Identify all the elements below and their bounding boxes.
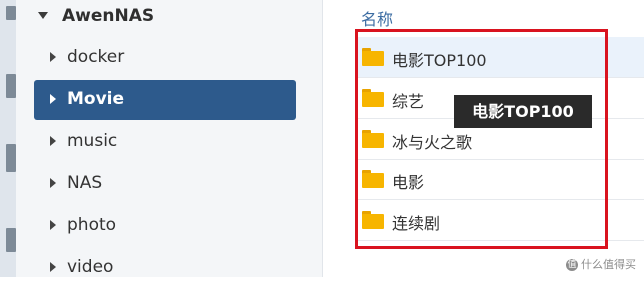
chevron-right-icon[interactable] [50, 136, 56, 146]
tree-root-awennas[interactable]: AwenNAS [16, 0, 322, 34]
tree-root-label: AwenNAS [62, 6, 155, 26]
tree-item-nas[interactable]: NAS [34, 164, 296, 204]
tree-item-music[interactable]: music [34, 122, 296, 162]
tree-item-photo[interactable]: photo [34, 206, 296, 246]
sidebar-edge-icon[interactable] [6, 228, 16, 252]
folder-tree: AwenNAS docker Movie music NAS photo vid… [16, 0, 323, 277]
name-tooltip: 电影TOP100 [454, 95, 592, 128]
tree-item-docker[interactable]: docker [34, 38, 296, 78]
tree-item-video[interactable]: video [34, 248, 296, 288]
tree-item-label: photo [67, 215, 117, 235]
column-header-name[interactable]: 名称 [361, 6, 393, 30]
highlight-frame [355, 29, 608, 249]
chevron-right-icon[interactable] [50, 94, 56, 104]
watermark: 值什么值得买 [566, 257, 636, 273]
sidebar-edge-icon[interactable] [6, 74, 16, 98]
chevron-right-icon[interactable] [50, 178, 56, 188]
watermark-text: 什么值得买 [581, 258, 636, 271]
tree-item-label: music [67, 131, 118, 151]
tree-item-label: video [67, 257, 114, 277]
watermark-badge: 值 [566, 259, 578, 271]
chevron-right-icon[interactable] [50, 52, 56, 62]
tree-item-label: Movie [67, 89, 125, 109]
app-sidebar-edge [0, 0, 16, 277]
chevron-down-icon[interactable] [38, 12, 48, 19]
chevron-right-icon[interactable] [50, 220, 56, 230]
tree-item-label: docker [67, 47, 125, 67]
sidebar-edge-icon[interactable] [6, 6, 16, 20]
tree-item-movie[interactable]: Movie [34, 80, 296, 120]
chevron-right-icon[interactable] [50, 262, 56, 272]
tree-item-label: NAS [67, 173, 103, 193]
sidebar-edge-icon[interactable] [6, 144, 16, 172]
